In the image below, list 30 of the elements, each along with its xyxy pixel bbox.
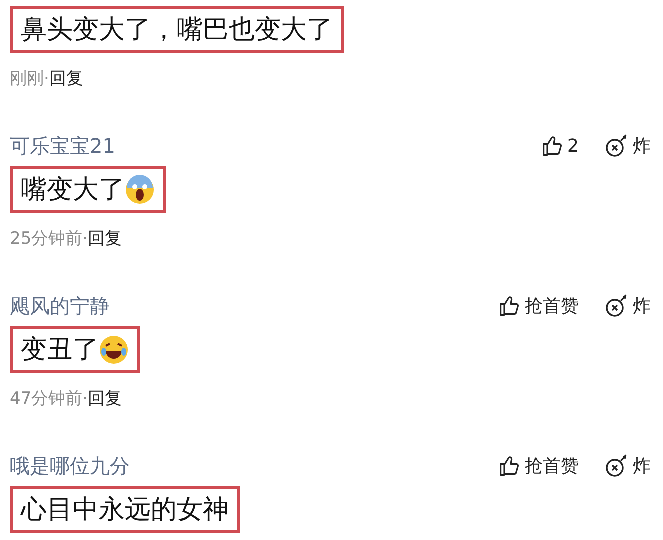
username[interactable]: 哦是哪位九分 [10,452,499,480]
laughing-emoji-icon [99,334,129,364]
comment-text: 鼻头变大了，嘴巴也变大了 [21,14,333,47]
bomb-icon [605,134,629,158]
like-button[interactable]: 抢首赞 [499,454,579,478]
thumbs-up-icon [542,135,564,157]
bury-button[interactable]: 炸 [605,294,651,318]
like-button[interactable]: 2 [542,135,579,157]
bomb-icon [605,454,629,478]
reply-link[interactable]: 回复 [49,67,84,90]
comment-time: 47分钟前 [10,388,83,410]
separator-dot: · [82,228,88,248]
reply-link[interactable]: 回复 [88,227,122,250]
thumbs-up-icon [499,455,521,477]
reply-link[interactable]: 回复 [88,387,122,410]
bury-button[interactable]: 炸 [605,134,651,158]
username[interactable]: 飓风的宁静 [10,292,499,320]
comment-time: 25分钟前 [10,228,83,250]
separator-dot: · [82,388,88,408]
username[interactable]: 可乐宝宝21 [10,132,542,160]
like-button[interactable]: 抢首赞 [499,294,579,318]
comment-text: 嘴变大了 [21,174,125,207]
bury-button[interactable]: 炸 [605,454,651,478]
scream-emoji-icon [125,174,155,204]
thumbs-up-icon [499,295,521,317]
comment-time: 刚刚 [10,68,44,90]
separator-dot: · [44,68,50,88]
bomb-icon [605,294,629,318]
comment-text: 变丑了 [21,334,99,367]
comment-text: 心目中永远的女神 [21,494,229,527]
